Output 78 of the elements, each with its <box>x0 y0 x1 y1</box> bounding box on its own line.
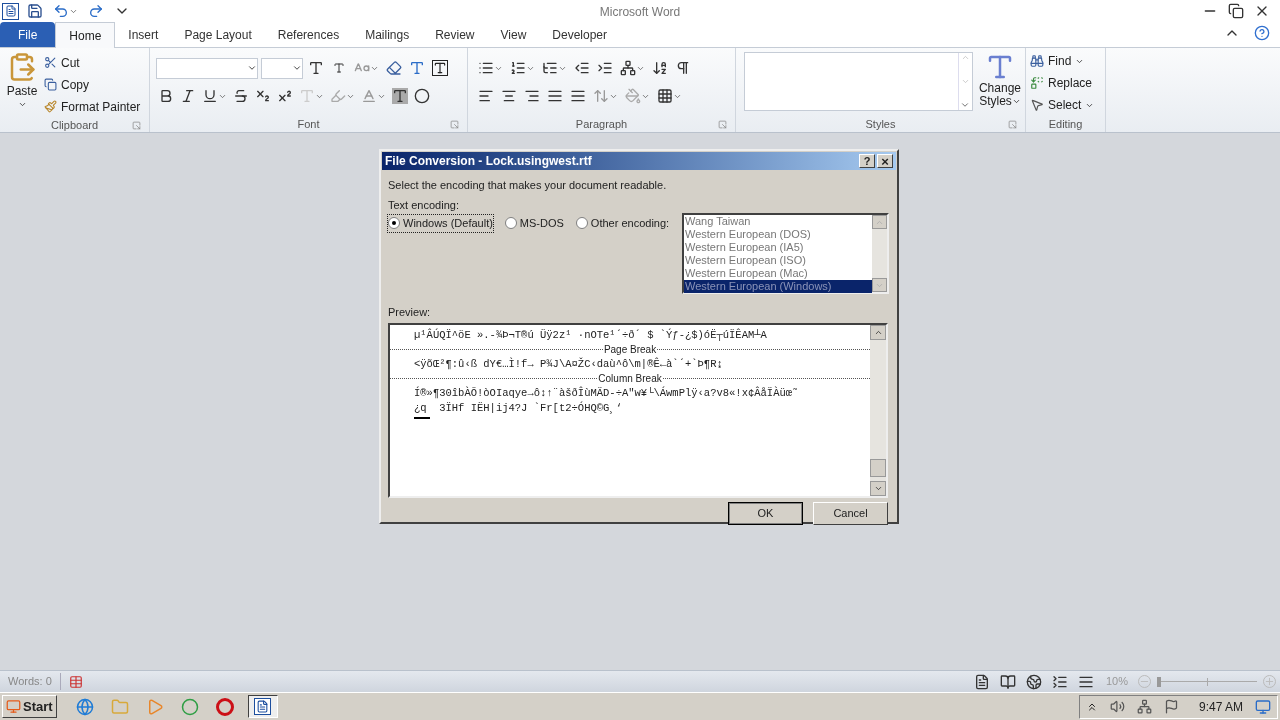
close-button[interactable]: × <box>877 154 893 168</box>
file-tab[interactable]: File <box>0 22 56 47</box>
format-painter-button[interactable]: Format Painter <box>44 96 141 117</box>
ribbon-tab[interactable]: Insert <box>115 22 172 47</box>
find-button[interactable]: Find <box>1030 50 1101 72</box>
preview-line: ¿q 3ÏHf IËH|ij4?J `Fr[t2÷ÓHQ©G¸‘ <box>413 400 623 416</box>
ring-icon <box>215 697 234 716</box>
encoding-list-item[interactable]: Western European (Windows) <box>684 280 872 293</box>
ok-button[interactable]: OK <box>728 501 803 525</box>
folder-icon <box>110 697 129 716</box>
more-icon[interactable] <box>960 100 971 110</box>
ribbon-tab[interactable]: Page Layout <box>171 22 265 47</box>
paintbrush-icon <box>44 100 57 113</box>
group-label: Clipboard <box>50 117 99 133</box>
ribbon-tab[interactable]: Developer <box>539 22 620 47</box>
encoding-radio[interactable]: Windows (Default) <box>388 215 493 232</box>
cancel-button[interactable]: Cancel <box>813 501 888 525</box>
ribbon-tab[interactable]: References <box>264 22 353 47</box>
encoding-list-item[interactable]: Wang Taiwan <box>684 215 872 228</box>
character-shading-icon[interactable] <box>390 85 410 107</box>
dialog-title: File Conversion - Lock.usingwest.rtf <box>385 153 593 170</box>
preview-line: <ÿõŒ²¶:û‹ß dY€…Ì!f→ P¾J\A¤ŽC‹daù^ô\m|®Ê←à`´+`Þ¶R↨ <box>413 356 724 372</box>
encoding-list-item[interactable]: Western European (DOS) <box>684 228 872 241</box>
encoding-list[interactable]: Wang Taiwan Western European (DOS) Western European (IA5) Western European (ISO) Western European (Mac) Western European (Windows) <box>682 213 889 294</box>
scroll-up-button[interactable] <box>870 324 886 340</box>
show-desktop-icon[interactable] <box>1255 698 1271 715</box>
circle-icon <box>180 697 199 716</box>
scrollbar[interactable] <box>870 324 886 496</box>
encoding-list-item[interactable]: Western European (Mac) <box>684 267 872 280</box>
group-label: Paragraph <box>575 116 628 132</box>
taskbar-app[interactable] <box>247 695 278 718</box>
character-border-icon[interactable] <box>430 57 450 79</box>
caret-icon <box>1011 97 1021 106</box>
select-button[interactable]: Select <box>1030 94 1101 116</box>
binoculars-icon <box>1030 54 1044 68</box>
pointer-icon <box>1030 98 1044 112</box>
ribbon-tab[interactable]: Review <box>422 22 488 47</box>
font-name-field[interactable] <box>156 57 258 79</box>
preview-label: Preview: <box>388 305 432 320</box>
preview-line: µ¹ÂÚQÏ^öE ».-¾Þ¬T®ú Üÿ2z¹ ·nOTe¹´÷ð´ $ `Ýƒ-¿$)óË┬úÏÊAM┴A <box>413 327 768 343</box>
encoding-radio[interactable]: MS-DOS <box>504 215 564 232</box>
ribbon-tab[interactable]: Mailings <box>352 22 423 47</box>
copy-button[interactable]: Copy <box>44 74 141 95</box>
paste-button[interactable]: Paste <box>4 52 40 117</box>
cut-button[interactable]: Cut <box>44 52 141 73</box>
encoding-list-item[interactable]: Western European (IA5) <box>684 241 872 254</box>
group-label: Styles <box>865 116 896 132</box>
clock[interactable]: 9:47 AM <box>1198 697 1243 716</box>
break-marker: Page Break <box>602 343 658 357</box>
zoom-slider[interactable] <box>1157 676 1257 687</box>
scissors-icon <box>44 56 57 69</box>
encoding-list-item[interactable]: Western European (ISO) <box>684 254 872 267</box>
caret-icon <box>17 100 27 109</box>
copy-icon <box>44 78 57 91</box>
group-label: Editing <box>1048 116 1083 132</box>
encoding-radio[interactable]: Other encoding: <box>575 215 670 232</box>
text-cursor <box>414 416 430 419</box>
break-marker: Column Break <box>597 372 663 386</box>
instruction-text: Select the encoding that makes your document readable. <box>388 178 668 193</box>
flag-icon[interactable] <box>1163 699 1179 714</box>
window-title: Microsoft Word <box>599 5 681 19</box>
start-button[interactable]: Start <box>2 695 57 718</box>
font-size-field[interactable] <box>261 57 303 79</box>
scroll-thumb[interactable] <box>870 458 886 477</box>
help-button[interactable]: ? <box>859 154 875 168</box>
volume-icon[interactable] <box>1109 699 1125 714</box>
group-label: Font <box>297 116 320 132</box>
preview-line: Í®»¶30îbÀÕ!òOIaqye→ô↕↑¨àšðÎùMÄD-÷A"w¥└\ÁwmPlÿ‹a?v8«!x¢ÂåÏÀüœ˜ <box>413 385 800 401</box>
zoom-thumb[interactable] <box>1157 676 1161 687</box>
ribbon-tab[interactable]: Home <box>55 22 116 48</box>
caret-icon <box>247 63 257 73</box>
caret-icon <box>292 63 302 73</box>
encoding-label: Text encoding: <box>388 197 460 213</box>
ribbon-tab[interactable]: View <box>487 22 540 47</box>
globe-icon <box>75 697 94 716</box>
change-styles-button[interactable]: Change Styles <box>978 52 1021 111</box>
replace-icon <box>1030 76 1044 90</box>
replace-button[interactable]: Replace <box>1030 72 1101 94</box>
